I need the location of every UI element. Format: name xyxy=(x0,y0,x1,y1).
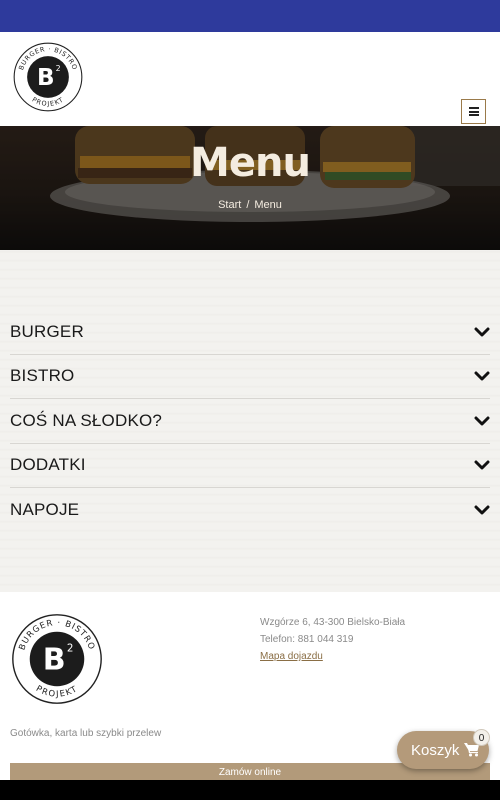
breadcrumb-home-link[interactable]: Start xyxy=(218,199,241,211)
cart-label: Koszyk xyxy=(411,741,460,759)
menu-content: BURGER BISTRO COŚ NA SŁODKO? DODATKI NAP… xyxy=(0,250,500,592)
chevron-down-icon xyxy=(474,460,490,470)
address: Wzgórze 6, 43-300 Bielsko-Biała xyxy=(260,617,406,628)
chevron-down-icon xyxy=(474,327,490,337)
breadcrumb-current: Menu xyxy=(254,199,282,211)
accordion-label: NAPOJE xyxy=(10,500,80,520)
chevron-down-icon xyxy=(474,505,490,515)
payment-methods: Gotówka, karta lub szybki przelew xyxy=(10,728,162,739)
accordion-label: DODATKI xyxy=(10,455,86,475)
menu-accordion: BURGER BISTRO COŚ NA SŁODKO? DODATKI NAP… xyxy=(10,310,490,533)
accordion-label: BURGER xyxy=(10,321,84,341)
svg-text:B: B xyxy=(43,642,66,677)
bottom-bar xyxy=(0,780,500,800)
phone: Telefon: 881 044 319 xyxy=(260,634,354,645)
accordion-item-desserts[interactable]: COŚ NA SŁODKO? xyxy=(10,399,490,444)
accordion-label: BISTRO xyxy=(10,366,75,386)
hamburger-menu-button[interactable] xyxy=(461,99,486,124)
accordion-item-burger[interactable]: BURGER xyxy=(10,310,490,355)
accordion-label: COŚ NA SŁODKO? xyxy=(10,410,163,430)
svg-text:2: 2 xyxy=(67,642,74,654)
logo[interactable]: BURGER · BISTRO PROJEKT B 2 xyxy=(12,41,84,113)
chevron-down-icon xyxy=(474,371,490,381)
site-header: BURGER · BISTRO PROJEKT B 2 xyxy=(0,32,500,126)
accordion-item-bistro[interactable]: BISTRO xyxy=(10,355,490,399)
page-title: Menu xyxy=(190,140,311,186)
footer-logo[interactable]: BURGER · BISTRO PROJEKT B 2 xyxy=(10,612,104,706)
accordion-item-sides[interactable]: DODATKI xyxy=(10,444,490,488)
chevron-down-icon xyxy=(474,416,490,426)
cart-count-badge: 0 xyxy=(473,729,490,746)
top-bar xyxy=(0,0,500,32)
accordion-item-drinks[interactable]: NAPOJE xyxy=(10,488,490,533)
map-link[interactable]: Mapa dojazdu xyxy=(260,651,323,662)
contact-info: Wzgórze 6, 43-300 Bielsko-Biała Telefon:… xyxy=(260,614,405,665)
svg-text:2: 2 xyxy=(56,64,61,73)
hamburger-menu-icon xyxy=(468,107,479,116)
breadcrumb: Start / Menu xyxy=(0,199,500,211)
svg-text:B: B xyxy=(37,65,55,91)
breadcrumb-separator: / xyxy=(246,199,250,211)
